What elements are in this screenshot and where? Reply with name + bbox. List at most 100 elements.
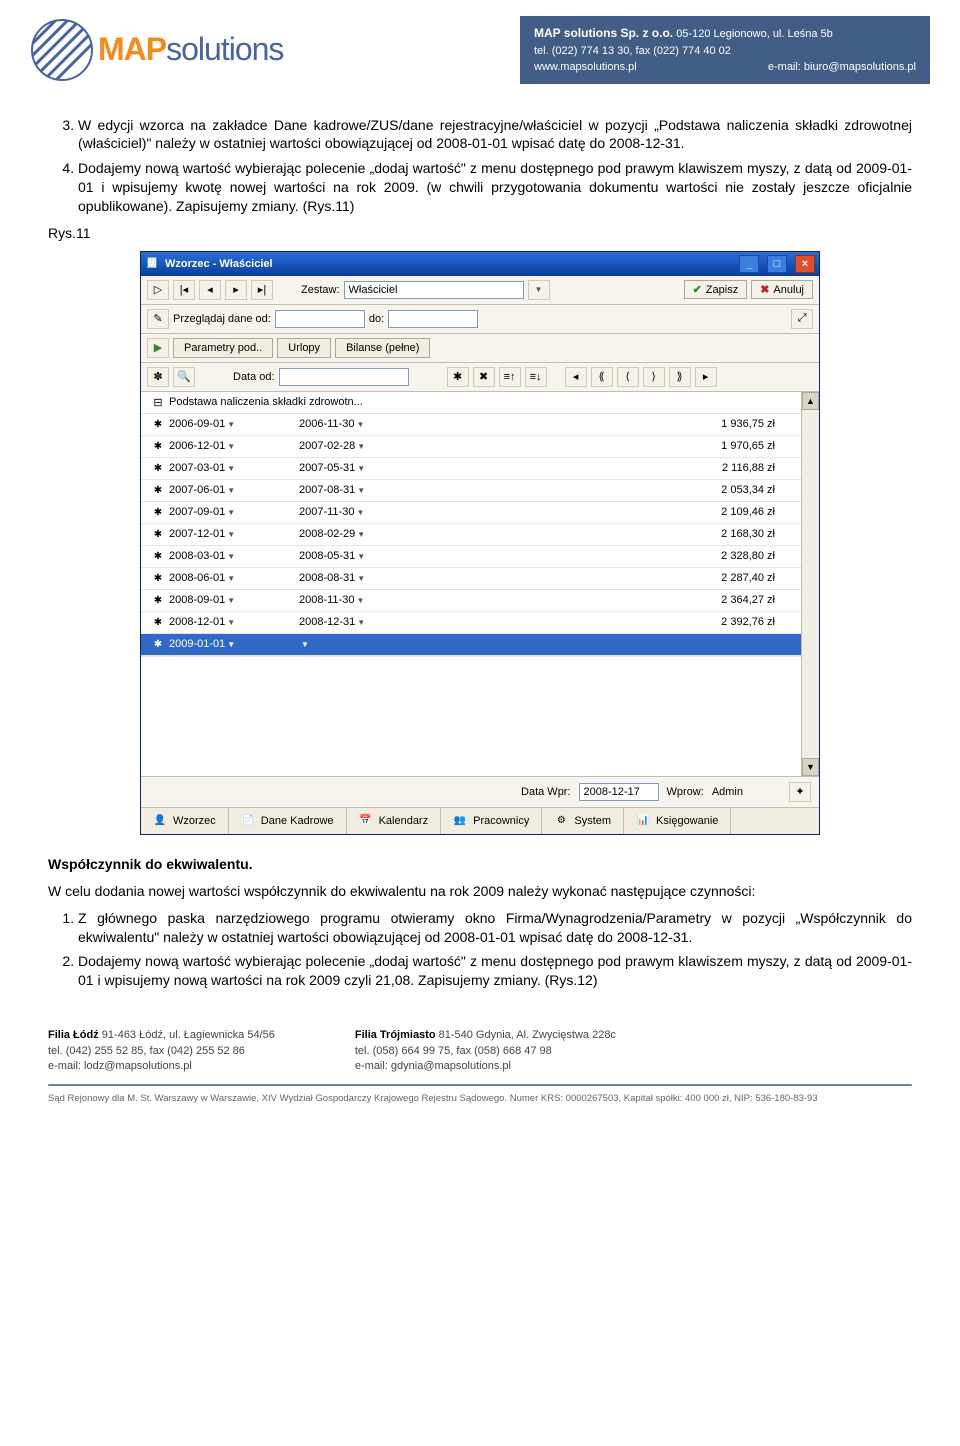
add-icon[interactable]: ✱ — [447, 367, 469, 387]
toolbar-main: ▷ |◂ ◂ ▸ ▸| Zestaw: Właściciel ▼ ✔Zapisz… — [141, 276, 819, 305]
page-prev-fast-icon[interactable]: ⟪ — [591, 367, 613, 387]
list-item: Dodajemy nową wartość wybierając polecen… — [78, 952, 912, 990]
calendar-icon: 📅 — [359, 814, 373, 828]
row-icon: ✱ — [151, 593, 165, 607]
nav-last-icon[interactable]: ▸| — [251, 280, 273, 300]
from-date-field[interactable] — [275, 310, 365, 328]
search-icon[interactable]: 🔍 — [173, 367, 195, 387]
row-icon: ✱ — [151, 439, 165, 453]
page-footer: Filia Łódź 91-463 Łódź, ul. Łagiewnicka … — [0, 1010, 960, 1117]
page-prev-icon[interactable]: ⟨ — [617, 367, 639, 387]
run-icon[interactable]: ▶ — [147, 338, 169, 358]
legal-text: Sąd Rejonowy dla M. St. Warszawy w Warsz… — [48, 1092, 912, 1105]
list-item: Z głównego paska narzędziowego programu … — [78, 909, 912, 947]
vertical-scrollbar[interactable]: ▲ ▼ — [801, 392, 819, 776]
zestaw-combo[interactable]: Właściciel — [344, 281, 524, 299]
people-icon: 👥 — [453, 814, 467, 828]
nav-first-icon[interactable]: ▷ — [147, 280, 169, 300]
company-card: MAP solutions Sp. z o.o. 05-120 Legionow… — [520, 16, 930, 84]
page-next-fast-icon[interactable]: ⟫ — [669, 367, 691, 387]
do-label: do: — [369, 313, 384, 325]
row-icon: ✱ — [151, 461, 165, 475]
logo: MAPsolutions — [30, 16, 283, 84]
nav-prev-icon[interactable]: ◂ — [199, 280, 221, 300]
row-icon: ✱ — [151, 527, 165, 541]
btab-dane-kadrowe[interactable]: 📄Dane Kadrowe — [229, 808, 347, 834]
row-icon: ✱ — [151, 483, 165, 497]
btab-kalendarz[interactable]: 📅Kalendarz — [347, 808, 442, 834]
tab-urlopy[interactable]: Urlopy — [277, 338, 331, 358]
edit-icon[interactable]: ✎ — [147, 309, 169, 329]
branch-lodz: Filia Łódź 91-463 Łódź, ul. Łagiewnicka … — [48, 1028, 275, 1074]
grid-area: ⊟ Podstawa naliczenia składki zdrowotn..… — [141, 392, 819, 776]
tab-bilanse[interactable]: Bilanse (pełne) — [335, 338, 430, 358]
cancel-button[interactable]: ✖Anuluj — [751, 280, 813, 299]
maximize-button[interactable]: □ — [767, 255, 787, 273]
grid-blank — [141, 656, 801, 776]
statusbar: Data Wpr: 2008-12-17 Wprow: Admin ✦ — [141, 776, 819, 807]
nav-next-icon[interactable]: ▸ — [225, 280, 247, 300]
grid-body: ⊟ Podstawa naliczenia składki zdrowotn..… — [141, 392, 801, 776]
window-title: Wzorzec - Właściciel — [165, 258, 273, 270]
grid-row[interactable]: ✱2008-06-01 ▼2008-08-31 ▼2 287,40 zł — [141, 568, 801, 590]
grid-row[interactable]: ✱2008-12-01 ▼2008-12-31 ▼2 392,76 zł — [141, 612, 801, 634]
list-item: W edycji wzorca na zakładce Dane kadrowe… — [78, 116, 912, 154]
btab-system[interactable]: ⚙System — [542, 808, 624, 834]
sort-asc-icon[interactable]: ≡↑ — [499, 367, 521, 387]
page-next2-icon[interactable]: ▸ — [695, 367, 717, 387]
document-body: W edycji wzorca na zakładce Dane kadrowe… — [0, 88, 960, 1011]
doc-icon: 📄 — [241, 814, 255, 828]
ledger-icon: 📊 — [636, 814, 650, 828]
system-icon: ⚙ — [554, 814, 568, 828]
branch-trojmiasto: Filia Trójmiasto 81-540 Gdynia, Al. Zwyc… — [355, 1028, 616, 1074]
grid-row[interactable]: ✱2008-09-01 ▼2008-11-30 ▼2 364,27 zł — [141, 590, 801, 612]
grid-root-row[interactable]: ⊟ Podstawa naliczenia składki zdrowotn..… — [141, 392, 801, 414]
save-button[interactable]: ✔Zapisz — [684, 280, 748, 299]
row-icon: ✱ — [151, 549, 165, 563]
data-od-field[interactable] — [279, 368, 409, 386]
nav-prev-page-icon[interactable]: |◂ — [173, 280, 195, 300]
grid-row[interactable]: ✱2008-03-01 ▼2008-05-31 ▼2 328,80 zł — [141, 546, 801, 568]
row-icon: ✱ — [151, 505, 165, 519]
page-prev2-icon[interactable]: ◂ — [565, 367, 587, 387]
tab-parametry[interactable]: Parametry pod.. — [173, 338, 273, 358]
scroll-up-icon[interactable]: ▲ — [802, 392, 819, 410]
section-tabs: ▶ Parametry pod.. Urlopy Bilanse (pełne) — [141, 334, 819, 363]
delete-icon[interactable]: ✖ — [473, 367, 495, 387]
app-window: 🧾 Wzorzec - Właściciel _ □ × ▷ |◂ ◂ ▸ ▸|… — [140, 251, 820, 835]
expand-icon[interactable]: ⤢ — [791, 309, 813, 329]
sort-desc-icon[interactable]: ≡↓ — [525, 367, 547, 387]
list-item: Dodajemy nową wartość wybierając polecen… — [78, 159, 912, 216]
minimize-button[interactable]: _ — [739, 255, 759, 273]
grid-row[interactable]: ✱2007-09-01 ▼2007-11-30 ▼2 109,46 zł — [141, 502, 801, 524]
section-heading: Współczynnik do ekwiwalentu. — [48, 855, 912, 874]
data-wpr-value: 2008-12-17 — [579, 783, 659, 801]
row-icon: ✱ — [151, 417, 165, 431]
grid-row[interactable]: ✱2006-12-01 ▼2007-02-28 ▼1 970,65 zł — [141, 436, 801, 458]
btab-wzorzec[interactable]: 👤Wzorzec — [141, 808, 229, 834]
grid-row[interactable]: ✱2007-12-01 ▼2008-02-29 ▼2 168,30 zł — [141, 524, 801, 546]
row-icon: ✱ — [151, 571, 165, 585]
scroll-down-icon[interactable]: ▼ — [802, 758, 819, 776]
grid-row[interactable]: ✱2007-03-01 ▼2007-05-31 ▼2 116,88 zł — [141, 458, 801, 480]
toolbar-filter: ✎ Przeglądaj dane od: do: ⤢ — [141, 305, 819, 334]
grid-row-selected[interactable]: ✱ 2009-01-01 ▼ ▼ — [141, 634, 801, 656]
up-arrow-icon[interactable]: ✦ — [789, 782, 811, 802]
wprow-label: Wprow: — [667, 786, 704, 798]
collapse-icon[interactable]: ⊟ — [147, 396, 169, 409]
globe-icon — [30, 18, 94, 82]
person-icon: 👤 — [153, 814, 167, 828]
tools-icon[interactable]: ✽ — [147, 367, 169, 387]
logo-text: MAPsolutions — [98, 31, 283, 68]
row-icon: ✱ — [151, 615, 165, 629]
top-list: W edycji wzorca na zakładce Dane kadrowe… — [48, 116, 912, 216]
dropdown-icon[interactable]: ▼ — [528, 280, 550, 300]
page-next-icon[interactable]: ⟩ — [643, 367, 665, 387]
data-wpr-label: Data Wpr: — [521, 786, 571, 798]
close-button[interactable]: × — [795, 255, 815, 273]
grid-row[interactable]: ✱2006-09-01 ▼2006-11-30 ▼1 936,75 zł — [141, 414, 801, 436]
grid-row[interactable]: ✱2007-06-01 ▼2007-08-31 ▼2 053,34 zł — [141, 480, 801, 502]
btab-ksiegowanie[interactable]: 📊Księgowanie — [624, 808, 731, 834]
to-date-field[interactable] — [388, 310, 478, 328]
btab-pracownicy[interactable]: 👥Pracownicy — [441, 808, 542, 834]
